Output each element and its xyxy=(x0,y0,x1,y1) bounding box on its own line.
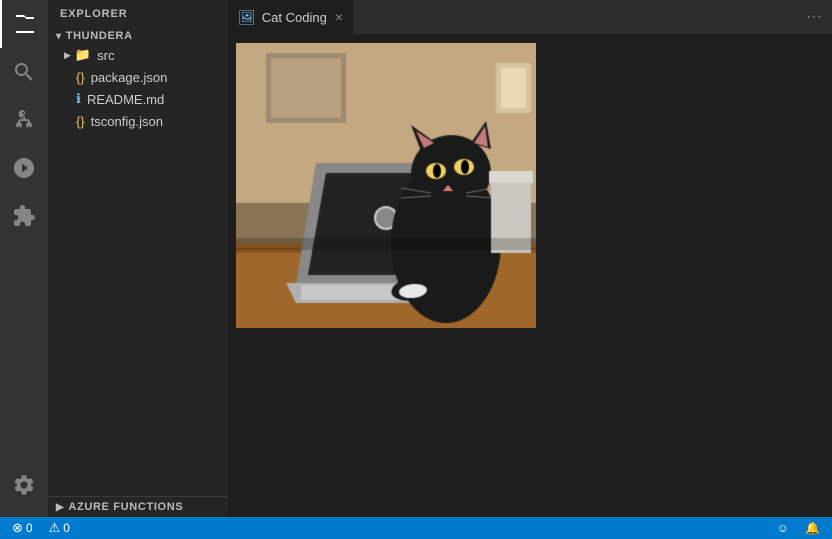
activity-bar xyxy=(0,0,48,517)
smiley-icon: ☺ xyxy=(777,521,789,535)
status-bar-left: ⊗ 0 ⚠ 0 xyxy=(0,520,82,536)
search-icon[interactable] xyxy=(0,48,48,96)
readme-label: README.md xyxy=(87,92,164,107)
sidebar-header: Explorer xyxy=(48,0,228,28)
info-icon: ℹ xyxy=(76,91,81,107)
warning-status[interactable]: ⚠ 0 xyxy=(45,520,74,536)
more-tabs-button[interactable]: ··· xyxy=(796,8,832,26)
status-bar: ⊗ 0 ⚠ 0 ☺ 🔔 xyxy=(0,517,832,539)
thundera-chevron: ▾ xyxy=(56,31,62,42)
bell-button[interactable]: 🔔 xyxy=(801,521,824,535)
activity-bar-top xyxy=(0,0,48,461)
tab-icon: 🖼 xyxy=(238,9,256,26)
json-icon-2: {} xyxy=(76,114,85,129)
settings-icon[interactable] xyxy=(0,461,48,509)
warning-icon: ⚠ xyxy=(49,520,61,536)
editor-content xyxy=(228,35,832,517)
thundera-label: THUNDERA xyxy=(66,30,133,42)
cat-canvas xyxy=(236,43,536,328)
src-folder[interactable]: ▶ 📁 src xyxy=(48,44,228,66)
tsconfig-json-item[interactable]: {} tsconfig.json xyxy=(48,110,228,132)
tab-label: Cat Coding xyxy=(262,10,327,25)
activity-bar-bottom xyxy=(0,461,48,517)
close-tab-button[interactable]: × xyxy=(335,10,343,24)
azure-label: AZURE FUNCTIONS xyxy=(68,501,183,513)
azure-functions-section: ▶ AZURE FUNCTIONS xyxy=(48,496,228,517)
editor-area: 🖼 Cat Coding × ··· xyxy=(228,0,832,517)
sidebar: Explorer ▾ THUNDERA ▶ 📁 src {} package.j… xyxy=(48,0,228,517)
files-icon[interactable] xyxy=(0,0,48,48)
package-json-item[interactable]: {} package.json xyxy=(48,66,228,88)
error-icon: ⊗ xyxy=(12,520,23,536)
cat-image xyxy=(236,43,536,328)
error-count: 0 xyxy=(26,521,33,535)
bell-icon: 🔔 xyxy=(805,521,820,535)
thundera-section[interactable]: ▾ THUNDERA xyxy=(48,28,228,44)
azure-functions-label[interactable]: ▶ AZURE FUNCTIONS xyxy=(48,497,228,517)
cat-coding-tab[interactable]: 🖼 Cat Coding × xyxy=(228,0,354,35)
json-icon: {} xyxy=(76,70,85,85)
extensions-icon[interactable] xyxy=(0,192,48,240)
warning-count: 0 xyxy=(63,521,70,535)
source-control-icon[interactable] xyxy=(0,96,48,144)
readme-md-item[interactable]: ℹ README.md xyxy=(48,88,228,110)
tsconfig-label: tsconfig.json xyxy=(91,114,163,129)
src-chevron: ▶ xyxy=(64,50,71,61)
smiley-button[interactable]: ☺ xyxy=(773,521,793,535)
azure-chevron: ▶ xyxy=(56,502,64,513)
package-json-label: package.json xyxy=(91,70,168,85)
status-bar-right: ☺ 🔔 xyxy=(765,521,832,535)
error-status[interactable]: ⊗ 0 xyxy=(8,520,37,536)
debug-icon[interactable] xyxy=(0,144,48,192)
folder-icon: 📁 xyxy=(75,47,91,63)
src-label: src xyxy=(97,48,114,63)
tab-bar: 🖼 Cat Coding × ··· xyxy=(228,0,832,35)
